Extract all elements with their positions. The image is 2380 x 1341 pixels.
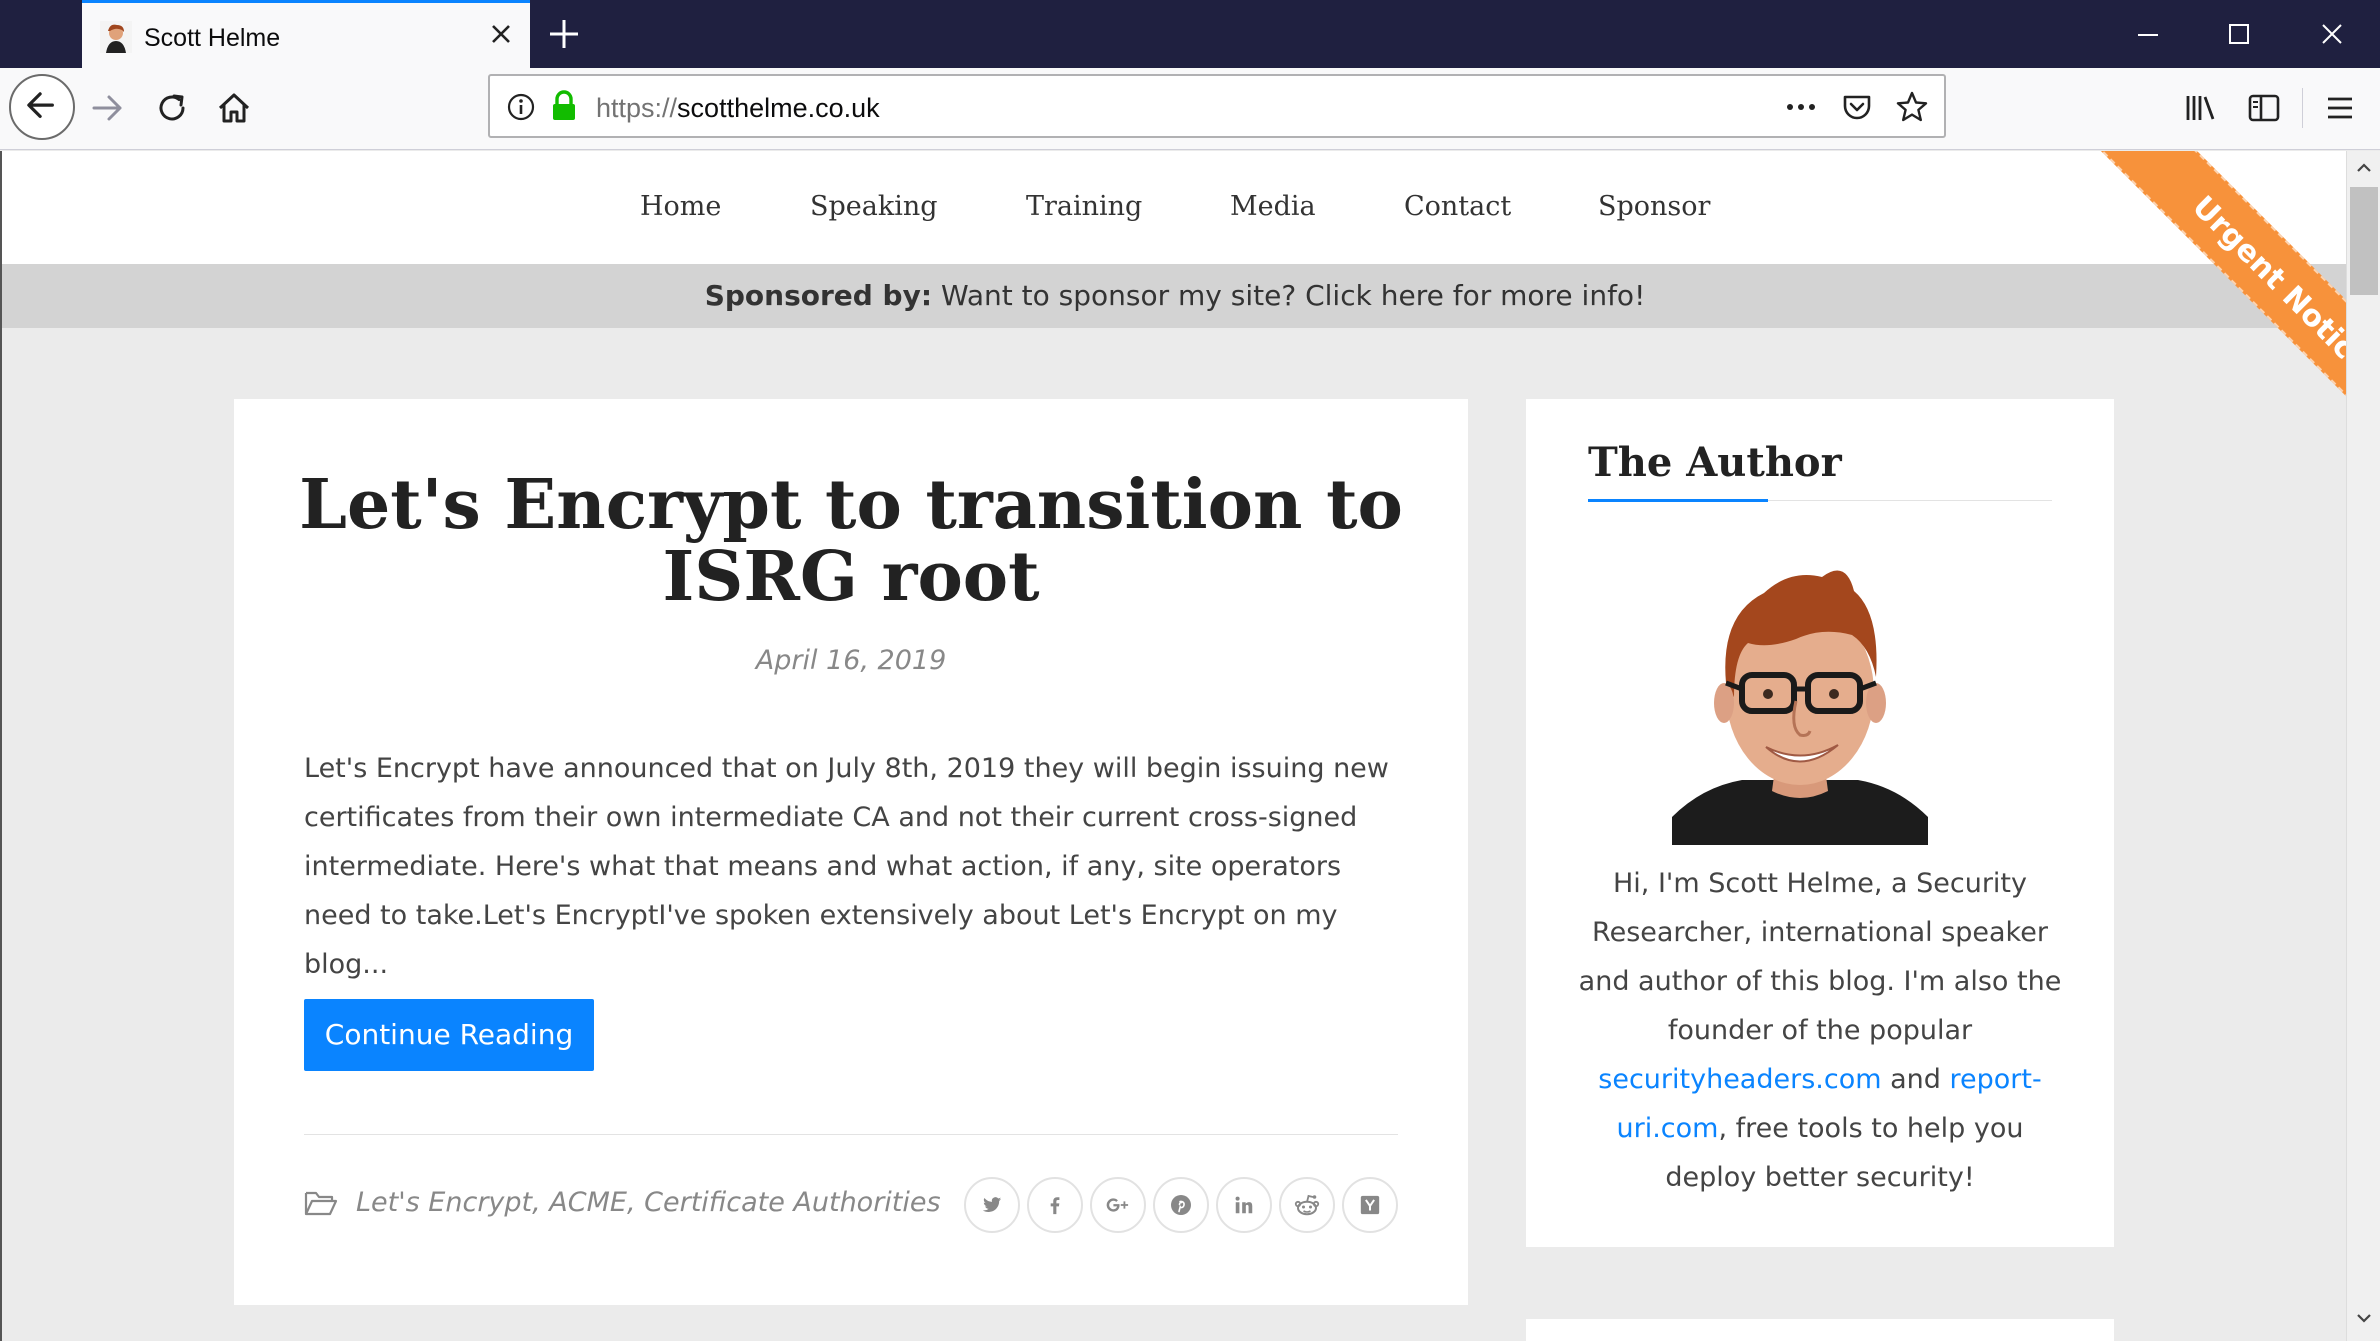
sponsor-label: Sponsored by: [704,279,933,312]
browser-tab-active[interactable]: Scott Helme [82,0,530,68]
author-heading: The Author [1588,439,1842,486]
tab-title: Scott Helme [144,24,281,52]
minimize-window-icon[interactable] [2128,14,2168,54]
home-icon[interactable] [214,88,254,128]
secure-lock-icon[interactable] [550,90,578,122]
close-window-icon[interactable] [2312,14,2352,54]
new-tab-plus-icon[interactable] [544,14,584,54]
linkedin-icon [1235,1196,1253,1214]
share-twitter-button[interactable] [964,1177,1020,1233]
nav-training[interactable]: Training [1026,191,1142,222]
post-date: April 16, 2019 [755,645,947,676]
hacker-news-icon [1360,1195,1380,1215]
favicon-icon [100,21,132,53]
bio-text-1: Hi, I'm Scott Helme, a Security Research… [1578,868,2062,1046]
share-linkedin-button[interactable] [1216,1177,1272,1233]
next-sidebar-widget [1526,1319,2114,1341]
library-icon[interactable] [2180,88,2220,128]
folder-icon [304,1191,338,1216]
url-text[interactable]: https://scotthelme.co.uk [596,93,880,124]
nav-contact[interactable]: Contact [1404,191,1511,222]
pinterest-icon [1171,1195,1191,1215]
url-host: scotthelme.co.uk [677,93,880,123]
google-plus-icon [1106,1198,1129,1212]
share-google-plus-button[interactable] [1090,1177,1146,1233]
post-categories[interactable]: Let's Encrypt, ACME, Certificate Authori… [356,1187,941,1218]
nav-sponsor[interactable]: Sponsor [1598,191,1710,222]
hamburger-menu-icon[interactable] [2320,88,2360,128]
site-info-icon[interactable] [506,92,536,122]
scrollbar-thumb[interactable] [2350,187,2378,295]
share-hacker-news-button[interactable] [1342,1177,1398,1233]
securityheaders-link[interactable]: securityheaders.com [1598,1064,1881,1095]
post-excerpt: Let's Encrypt have announced that on Jul… [304,753,1389,980]
heading-underline-accent [1588,499,1768,502]
toolbar-separator [2302,88,2303,128]
facebook-icon [1050,1197,1060,1215]
maximize-window-icon[interactable] [2219,14,2259,54]
page-actions-more-icon[interactable] [1784,92,1818,122]
url-bar[interactable]: https://scotthelme.co.uk [488,74,1946,138]
sponsor-banner[interactable]: Sponsored by: Want to sponsor my site? C… [2,264,2346,328]
close-tab-icon[interactable] [484,17,518,51]
post-title[interactable]: Let's Encrypt to transition to ISRG root [274,469,1428,613]
site-navigation: Home Speaking Training Media Contact Spo… [2,151,2346,264]
scroll-up-arrow-icon[interactable] [2347,151,2380,185]
nav-media[interactable]: Media [1230,191,1316,222]
forward-arrow-icon[interactable] [88,88,128,128]
share-facebook-button[interactable] [1027,1177,1083,1233]
author-photo [1672,555,1928,845]
author-bio: Hi, I'm Scott Helme, a Security Research… [1568,859,2072,1202]
bookmark-star-icon[interactable] [1894,89,1930,125]
scroll-down-arrow-icon[interactable] [2347,1301,2380,1335]
reddit-icon [1294,1194,1320,1216]
reload-icon[interactable] [152,88,192,128]
url-protocol: https:// [596,93,678,123]
pocket-icon[interactable] [1840,90,1874,124]
continue-reading-button[interactable]: Continue Reading [304,999,594,1071]
browser-toolbar: https://scotthelme.co.uk [0,68,2380,150]
back-arrow-icon [27,92,54,118]
browser-titlebar: Scott Helme [0,0,2380,68]
share-reddit-button[interactable] [1279,1177,1335,1233]
bio-text-2: and [1881,1064,1950,1095]
page-viewport: Home Speaking Training Media Contact Spo… [0,151,2346,1341]
nav-home[interactable]: Home [640,191,721,222]
sidebar-toggle-icon[interactable] [2244,88,2284,128]
sponsor-text[interactable]: Want to sponsor my site? Click here for … [941,279,1645,312]
bio-text-3: , free tools to help you deploy better s… [1665,1113,2024,1193]
share-pinterest-button[interactable] [1153,1177,1209,1233]
twitter-icon [982,1197,1002,1212]
post-card: Let's Encrypt to transition to ISRG root… [234,399,1468,1305]
nav-speaking[interactable]: Speaking [810,191,938,222]
post-divider [304,1134,1398,1135]
author-widget: The Author Hi, I'm Scott Helme, a Securi… [1526,399,2114,1247]
back-button[interactable] [9,74,75,140]
page-scrollbar[interactable] [2346,151,2380,1341]
